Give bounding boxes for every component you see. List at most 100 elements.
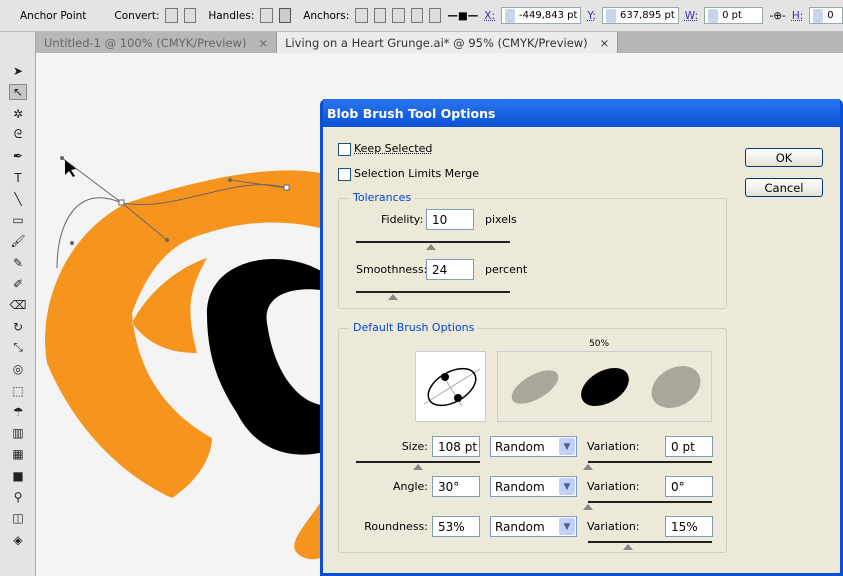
slider-thumb[interactable] (387, 294, 398, 300)
brush-angle-widget[interactable] (415, 351, 486, 422)
angle-input[interactable]: 30° (432, 476, 480, 497)
bounding-box-icon[interactable] (410, 8, 423, 23)
tab-label: Untitled-1 @ 100% (CMYK/Preview) (44, 35, 247, 50)
convert-smooth-icon[interactable] (183, 8, 197, 23)
smoothness-slider[interactable] (356, 291, 510, 300)
rotate-tool-icon[interactable]: ↻ (9, 319, 27, 335)
x-label[interactable]: X: (484, 10, 495, 22)
x-spinner[interactable] (505, 8, 515, 23)
rectangle-tool-icon[interactable]: ▭ (9, 212, 27, 228)
remove-anchor-icon[interactable] (355, 8, 368, 23)
size-slider[interactable] (356, 461, 480, 470)
symbol-sprayer-tool-icon[interactable]: ☂ (9, 404, 27, 420)
size-input[interactable]: 108 pt (432, 436, 480, 457)
blob-brush-tool-icon[interactable]: ✐ (9, 276, 27, 292)
tolerances-legend: Tolerances (349, 191, 416, 204)
gradient-tool-icon[interactable]: ■ (9, 468, 27, 484)
handles-label: Handles: (208, 9, 255, 22)
pen-tool-icon[interactable]: ✒ (9, 148, 27, 164)
selection-tool-icon[interactable]: ➤ (9, 63, 27, 79)
close-icon[interactable]: × (258, 36, 268, 50)
handle-point[interactable] (228, 178, 232, 182)
dialog-title: Blob Brush Tool Options (323, 99, 840, 127)
slider-thumb[interactable] (622, 544, 633, 550)
blend-tool-icon[interactable]: ◫ (9, 510, 27, 526)
magic-wand-tool-icon[interactable]: ✲ (9, 106, 27, 122)
w-field[interactable]: 0 pt (704, 7, 764, 24)
mesh-tool-icon[interactable]: ▦ (9, 446, 27, 462)
w-label[interactable]: W: (685, 10, 698, 22)
tab-untitled-1[interactable]: Untitled-1 @ 100% (CMYK/Preview) × (36, 32, 278, 53)
type-tool-icon[interactable]: T (9, 170, 27, 186)
handle-point[interactable] (165, 238, 169, 242)
smoothness-input[interactable]: 24 (426, 259, 474, 280)
close-icon[interactable]: × (600, 36, 610, 50)
chevron-down-icon[interactable]: ▼ (559, 438, 575, 455)
black-shape (207, 259, 337, 455)
chevron-down-icon[interactable]: ▼ (559, 478, 575, 495)
roundness-variation-slider[interactable] (588, 541, 712, 550)
x-value: -449,843 pt (519, 10, 578, 21)
anchor-point[interactable] (283, 184, 290, 191)
h-label[interactable]: H: (792, 10, 803, 22)
isolate-icon[interactable] (428, 8, 442, 23)
angle-variation-label: Variation: (587, 480, 640, 493)
slider-thumb[interactable] (583, 504, 593, 510)
w-value: 0 pt (722, 10, 742, 21)
link-icon[interactable]: -⊕- (769, 10, 785, 22)
show-handles-icon[interactable] (260, 8, 273, 23)
y-field[interactable]: 637,895 pt (601, 7, 679, 24)
free-transform-tool-icon[interactable]: ⬚ (9, 383, 27, 399)
cancel-button[interactable]: Cancel (745, 178, 823, 197)
selection-limits-merge-checkbox[interactable] (338, 168, 351, 181)
h-field[interactable]: 0 (809, 7, 843, 24)
warp-tool-icon[interactable]: ◎ (9, 361, 27, 377)
size-mode-select[interactable]: Random ▼ (490, 436, 577, 457)
ok-button[interactable]: OK (745, 148, 823, 167)
lasso-tool-icon[interactable]: ᘓ (9, 127, 27, 143)
direct-selection-tool-icon[interactable]: ↖ (9, 84, 27, 101)
roundness-mode-select[interactable]: Random ▼ (490, 516, 577, 537)
w-spinner[interactable] (708, 8, 719, 23)
slider-thumb[interactable] (583, 464, 593, 470)
angle-variation-slider[interactable] (583, 501, 712, 510)
anchor-point[interactable] (118, 199, 125, 206)
fidelity-slider[interactable] (356, 241, 510, 250)
handle-point[interactable] (60, 156, 64, 160)
x-field[interactable]: -449,843 pt (501, 7, 582, 24)
column-graph-tool-icon[interactable]: ▥ (9, 425, 27, 441)
y-spinner[interactable] (605, 8, 616, 23)
pencil-tool-icon[interactable]: ✎ (9, 255, 27, 271)
roundness-input[interactable]: 53% (432, 516, 480, 537)
roundness-variation-input[interactable]: 15% (665, 516, 713, 537)
direction-line (61, 157, 123, 204)
y-label[interactable]: Y: (587, 10, 596, 22)
line-tool-icon[interactable]: ╲ (9, 191, 27, 207)
angle-mode-select[interactable]: Random ▼ (490, 476, 577, 497)
tab-living-on-a-heart[interactable]: Living on a Heart Grunge.ai* @ 95% (CMYK… (277, 32, 619, 53)
h-spinner[interactable] (813, 8, 824, 23)
preview-label: 50% (589, 339, 610, 349)
slider-thumb[interactable] (413, 464, 423, 470)
hide-handles-icon[interactable] (278, 8, 292, 23)
fidelity-input[interactable]: 10 (426, 209, 474, 230)
keep-selected-label[interactable]: Keep Selected (354, 142, 432, 155)
scale-tool-icon[interactable]: ⤡ (9, 340, 27, 356)
eyedropper-tool-icon[interactable]: ⚲ (9, 489, 27, 505)
paintbrush-tool-icon[interactable]: 🖌 (9, 233, 27, 249)
live-paint-bucket-tool-icon[interactable]: ◈ (9, 532, 27, 548)
size-variation-slider[interactable] (583, 461, 712, 470)
eraser-tool-icon[interactable]: ⌫ (9, 297, 27, 313)
handle-point[interactable] (70, 241, 74, 245)
convert-corner-icon[interactable] (165, 8, 178, 23)
cursor-icon (65, 160, 76, 177)
cut-path-icon[interactable] (392, 8, 405, 23)
keep-selected-checkbox[interactable] (338, 143, 351, 156)
angle-variation-input[interactable]: 0° (665, 476, 713, 497)
selection-limits-merge-label[interactable]: Selection Limits Merge (354, 167, 479, 180)
size-variation-input[interactable]: 0 pt (665, 436, 713, 457)
connect-endpoints-icon[interactable] (373, 8, 387, 23)
chevron-down-icon[interactable]: ▼ (559, 518, 575, 535)
slider-thumb[interactable] (426, 244, 437, 250)
align-icon[interactable]: —■— (447, 10, 478, 22)
